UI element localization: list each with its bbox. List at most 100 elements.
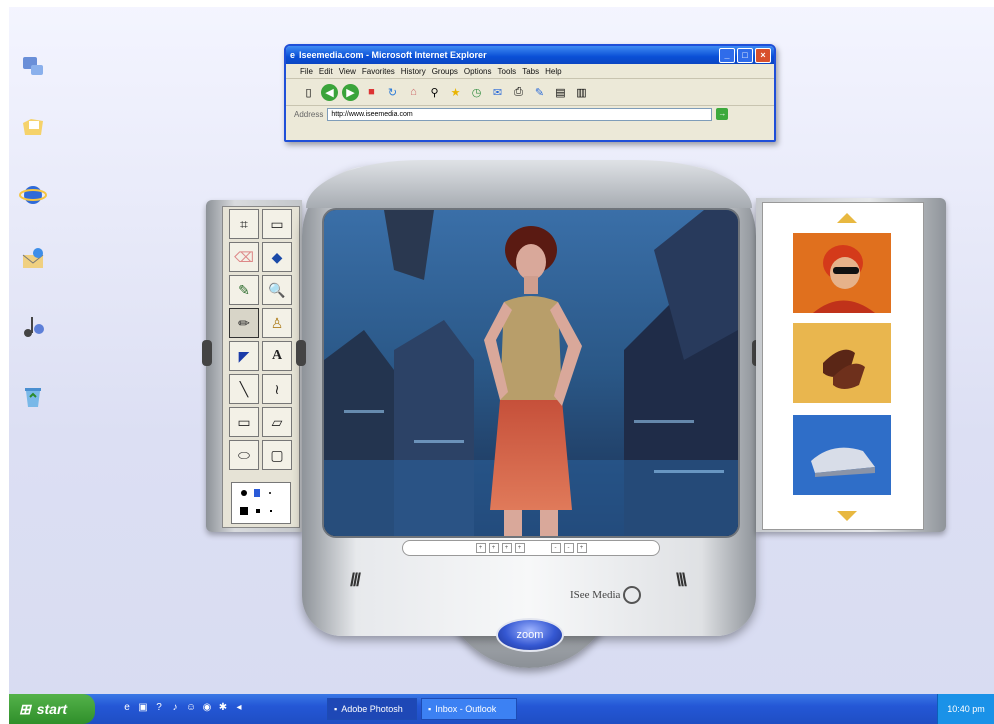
system-tray: 10:40 pm	[937, 694, 994, 724]
quicklaunch-media-icon[interactable]: ♪	[169, 702, 181, 714]
eraser-tool-icon[interactable]: ⌫	[229, 242, 259, 272]
control-1[interactable]: +	[475, 543, 486, 553]
outlook-express-icon[interactable]	[18, 244, 48, 274]
text-tool-icon[interactable]: A	[262, 341, 292, 371]
task-label: Adobe Photosh	[341, 704, 403, 714]
task-inbox-outlook[interactable]: ▪ Inbox - Outlook	[421, 698, 517, 720]
rect-select-tool-icon[interactable]: ▭	[262, 209, 292, 239]
brush-tool-icon[interactable]: ♙	[262, 308, 292, 338]
menu-view[interactable]: View	[339, 67, 356, 76]
photo-woman-city	[324, 210, 738, 536]
home-icon[interactable]: ⌂	[405, 84, 422, 101]
pencil-tool-icon[interactable]: ✏	[229, 308, 259, 338]
rounded-rect-tool-icon[interactable]: ▢	[262, 440, 292, 470]
quicklaunch-app-icon[interactable]: ✱	[217, 702, 229, 714]
start-label: start	[36, 701, 68, 717]
go-icon[interactable]: →	[716, 108, 729, 120]
internet-explorer-icon[interactable]	[18, 180, 48, 210]
quicklaunch-tool-icon[interactable]: ◉	[201, 702, 213, 714]
thumbnail-sneaker[interactable]	[793, 415, 891, 495]
viewer-top	[306, 160, 752, 208]
back-icon[interactable]: ◀	[321, 83, 338, 101]
speaker-grille-left: ///	[350, 570, 361, 590]
control-7[interactable]: +	[576, 543, 587, 553]
forward-icon[interactable]: ▶	[342, 83, 359, 101]
ie-titlebar[interactable]: e Iseemedia.com - Microsoft Internet Exp…	[286, 46, 774, 64]
task-label: Inbox - Outlook	[435, 704, 497, 714]
edit-icon[interactable]: ✎	[531, 84, 548, 101]
quicklaunch-help-icon[interactable]: ?	[153, 702, 165, 714]
menu-options[interactable]: Options	[464, 67, 492, 76]
viewer-left-nub[interactable]	[296, 340, 306, 366]
line-tool-icon[interactable]: ╲	[229, 374, 259, 404]
rectangle-tool-icon[interactable]: ▭	[229, 407, 259, 437]
menu-tools[interactable]: Tools	[498, 67, 517, 76]
photoshop-icon: ▪	[334, 704, 338, 714]
palette-handle[interactable]	[202, 340, 212, 366]
thumbnail-man-sunglasses[interactable]	[793, 233, 891, 313]
maximize-button[interactable]: □	[737, 47, 753, 63]
airbrush-tool-icon[interactable]: ◤	[229, 341, 259, 371]
polygon-tool-icon[interactable]: ▱	[262, 407, 292, 437]
music-icon[interactable]	[18, 312, 48, 342]
recycle-bin-icon[interactable]	[18, 382, 48, 412]
task-adobe-photoshop[interactable]: ▪ Adobe Photosh	[327, 698, 417, 720]
curve-tool-icon[interactable]: ≀	[262, 374, 292, 404]
menu-file[interactable]: File	[300, 67, 313, 76]
layout-icon[interactable]: ▥	[573, 84, 590, 101]
discuss-icon[interactable]: ▤	[552, 84, 569, 101]
frame-border-left	[0, 0, 9, 724]
my-documents-icon[interactable]	[18, 112, 48, 142]
control-5[interactable]: -	[550, 543, 561, 553]
viewer-screen[interactable]	[322, 208, 740, 538]
magnifier-tool-icon[interactable]: 🔍	[262, 275, 292, 305]
quicklaunch-ie-icon[interactable]: e	[121, 702, 133, 714]
windows-logo-icon: ⊞	[19, 700, 31, 717]
scroll-down-icon[interactable]	[837, 511, 857, 521]
frame-border-top	[0, 0, 994, 7]
thumbnail-list	[762, 202, 924, 530]
scroll-up-icon[interactable]	[837, 213, 857, 223]
fill-tool-icon[interactable]: ◆	[262, 242, 292, 272]
control-3[interactable]: +	[501, 543, 512, 553]
history-icon[interactable]: ◷	[468, 84, 485, 101]
close-button[interactable]: ×	[755, 47, 771, 63]
menu-groups[interactable]: Groups	[432, 67, 458, 76]
menu-favorites[interactable]: Favorites	[362, 67, 395, 76]
ie-icon: e	[290, 50, 296, 60]
brand-text: ISee Media	[570, 589, 621, 601]
refresh-icon[interactable]: ↻	[384, 84, 401, 101]
thumbnail-panel	[756, 198, 946, 532]
favorites-star-icon[interactable]: ★	[447, 84, 464, 101]
eyedropper-tool-icon[interactable]: ✎	[229, 275, 259, 305]
ie-window: e Iseemedia.com - Microsoft Internet Exp…	[284, 44, 776, 142]
print-icon[interactable]: ⎙	[510, 84, 527, 101]
minimize-button[interactable]: _	[719, 47, 735, 63]
zoom-button[interactable]: zoom	[496, 618, 564, 652]
address-field[interactable]: http://www.iseemedia.com	[327, 107, 713, 121]
my-computer-icon[interactable]	[18, 52, 48, 82]
control-2[interactable]: +	[488, 543, 499, 553]
quicklaunch-misc-icon[interactable]: ◂	[233, 702, 245, 714]
brand-ring-icon	[623, 586, 642, 604]
stop-icon[interactable]: ■	[363, 84, 380, 101]
menu-help[interactable]: Help	[545, 67, 561, 76]
ie-menubar: File Edit View Favorites History Groups …	[286, 64, 774, 79]
control-6[interactable]: -	[563, 543, 574, 553]
control-4[interactable]: +	[514, 543, 525, 553]
menu-tabs[interactable]: Tabs	[522, 67, 539, 76]
clock[interactable]: 10:40 pm	[947, 704, 985, 714]
menu-history[interactable]: History	[401, 67, 426, 76]
brush-size-selector[interactable]	[231, 482, 291, 524]
mail-icon[interactable]: ✉	[489, 84, 506, 101]
new-page-icon[interactable]: ▯	[300, 84, 317, 101]
start-button[interactable]: ⊞ start	[9, 694, 95, 724]
search-icon[interactable]: ⚲	[426, 84, 443, 101]
thumbnail-shoes[interactable]	[793, 323, 891, 403]
ie-toolbar: ▯ ◀ ▶ ■ ↻ ⌂ ⚲ ★ ◷ ✉ ⎙ ✎ ▤ ▥	[286, 79, 774, 106]
menu-edit[interactable]: Edit	[319, 67, 333, 76]
free-select-tool-icon[interactable]: ⌗	[229, 209, 259, 239]
ellipse-tool-icon[interactable]: ⬭	[229, 440, 259, 470]
quicklaunch-messenger-icon[interactable]: ☺	[185, 702, 197, 714]
quicklaunch-desktop-icon[interactable]: ▣	[137, 702, 149, 714]
